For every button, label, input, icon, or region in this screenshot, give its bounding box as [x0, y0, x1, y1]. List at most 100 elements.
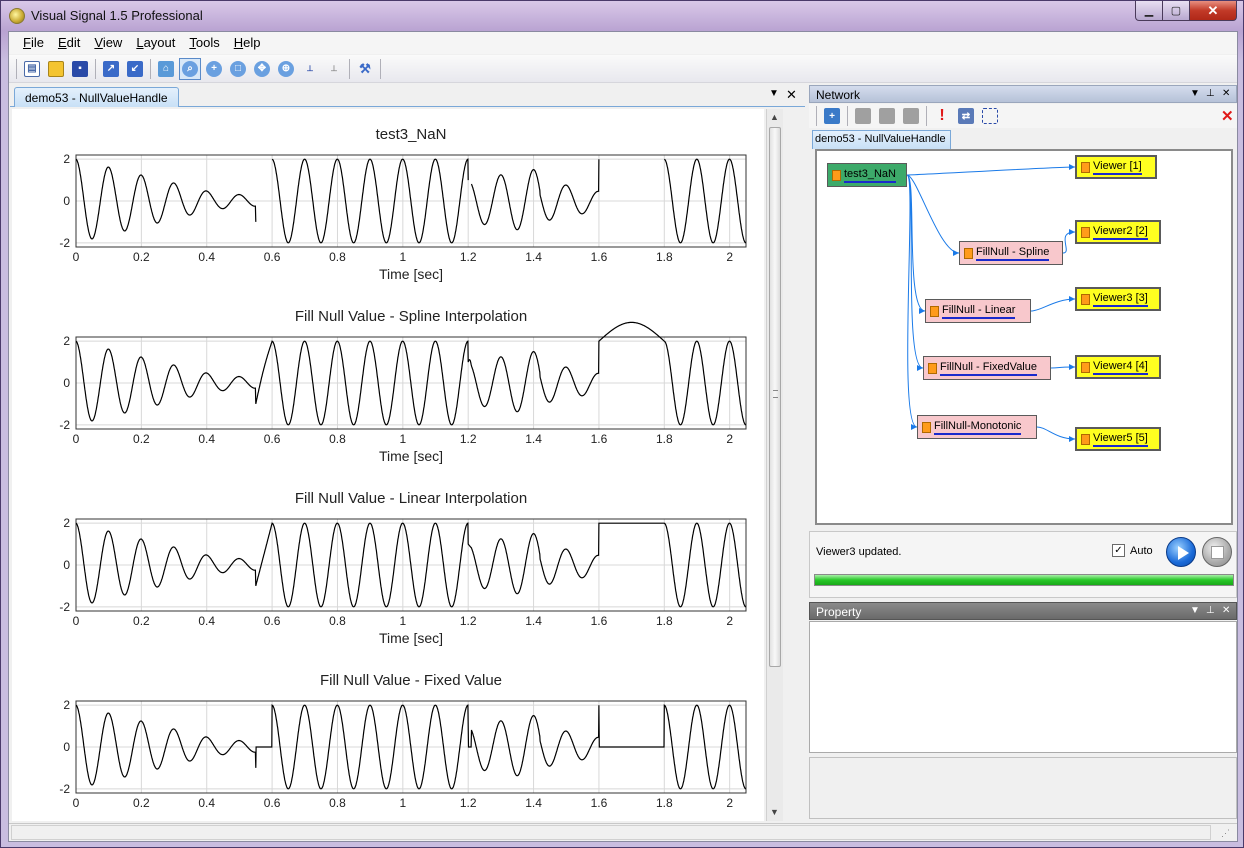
node-label: FillNull-Monotonic — [934, 420, 1022, 435]
menu-item-file[interactable]: File — [17, 32, 52, 54]
x-tick-label: 1 — [399, 250, 406, 264]
node-fillnull-fixedvalue[interactable]: FillNull - FixedValue — [923, 356, 1051, 380]
exclamation-icon: ! — [939, 107, 945, 124]
x-tick-label: 0 — [73, 250, 80, 264]
new-file-icon: ▤ — [24, 60, 40, 77]
tab-network-demo53[interactable]: demo53 - NullValueHandle — [812, 130, 951, 149]
plot-spline[interactable]: Fill Null Value - Spline Interpolation 0 0… — [12, 307, 764, 485]
menu-label: ile — [30, 35, 44, 50]
zoom-button[interactable]: ⌕ — [179, 57, 201, 80]
pan-button[interactable]: ✥ — [251, 58, 273, 80]
pin-icon[interactable]: ⊥ — [1206, 605, 1215, 616]
axis-format-button[interactable]: ⊥ — [323, 58, 345, 80]
auto-checkbox[interactable]: ✓ — [1112, 544, 1125, 557]
panel-close-icon[interactable]: ✕ — [1222, 605, 1230, 616]
x-tick-label: 1.6 — [591, 796, 608, 810]
node-fillnull-spline[interactable]: FillNull - Spline — [959, 241, 1063, 265]
tab-close-icon[interactable]: ✕ — [786, 87, 797, 103]
panel-menu-icon[interactable]: ▼ — [1190, 88, 1200, 99]
toolbar-separator — [95, 58, 96, 79]
zoom-in-button[interactable]: + — [203, 58, 225, 80]
alert-button[interactable]: ! — [931, 105, 953, 127]
document-tabstrip: demo53 - NullValueHandle ▼ ✕ — [10, 85, 805, 107]
zoom-fit-button[interactable]: □ — [227, 58, 249, 80]
select-area-button[interactable] — [979, 105, 1001, 127]
scroll-up-icon[interactable]: ▲ — [770, 112, 779, 122]
maximize-button[interactable]: ▢ — [1162, 1, 1190, 21]
clear-network-icon[interactable]: ✕ — [1221, 107, 1234, 125]
open-folder-button[interactable] — [45, 58, 67, 80]
pin-icon[interactable]: ⊥ — [1206, 88, 1215, 99]
node-label: Viewer5 [5] — [1093, 432, 1148, 447]
node-viewer-5[interactable]: Viewer5 [5] — [1075, 427, 1161, 451]
add-node-button[interactable]: + — [821, 105, 843, 127]
scrollbar-thumb[interactable] — [769, 127, 781, 667]
axis-label-button[interactable]: ⊥ — [299, 58, 321, 80]
export-button[interactable]: ↗ — [100, 58, 122, 80]
tab-demo53[interactable]: demo53 - NullValueHandle — [14, 87, 179, 107]
home-icon: ⌂ — [158, 60, 174, 77]
save-button[interactable]: ▪ — [69, 58, 91, 80]
node-viewer-3[interactable]: Viewer3 [3] — [1075, 287, 1161, 311]
menu-item-help[interactable]: Help — [228, 32, 269, 54]
home-button[interactable]: ⌂ — [155, 58, 177, 80]
tools-button[interactable]: ⚒ — [354, 58, 376, 80]
paste-node-button[interactable] — [900, 105, 922, 127]
copy-node-button[interactable] — [852, 105, 874, 127]
close-window-button[interactable]: ✕ — [1189, 1, 1237, 21]
menu-accelerator: V — [94, 35, 103, 50]
import-button[interactable]: ↙ — [124, 58, 146, 80]
open-folder-icon — [48, 60, 64, 77]
add-node-icon: + — [824, 108, 840, 124]
plot-linear[interactable]: Fill Null Value - Linear Interpolation 0 0… — [12, 489, 764, 667]
node-viewer-1[interactable]: Viewer [1] — [1075, 155, 1157, 179]
delete-node-button[interactable] — [876, 105, 898, 127]
node-viewer-4[interactable]: Viewer4 [4] — [1075, 355, 1161, 379]
title-bar[interactable]: Visual Signal 1.5 Professional ▁ ▢ ✕ — [1, 1, 1243, 31]
menu-accelerator: F — [23, 35, 31, 50]
node-viewer-2[interactable]: Viewer2 [2] — [1075, 220, 1161, 244]
vertical-scrollbar[interactable]: ▲ ▼ — [766, 109, 783, 821]
flow-button[interactable]: ⇄ — [955, 105, 977, 127]
new-file-button[interactable]: ▤ — [21, 58, 43, 80]
menu-label: dit — [66, 35, 81, 50]
network-canvas[interactable]: test3_NaN FillNull - Spline FillNull - L… — [815, 149, 1233, 525]
zoom-point-button[interactable]: ⊕ — [275, 58, 297, 80]
node-source[interactable]: test3_NaN — [827, 163, 907, 187]
status-bar: ⋰ — [9, 823, 1237, 841]
select-area-icon — [982, 108, 998, 124]
plot-area[interactable]: test3_NaN 0 0.2 0.4 0.6 0.8 1 1.2 1.4 1.6 1.8 2 2 0 -2… — [12, 109, 764, 821]
node-label: test3_NaN — [844, 168, 896, 183]
x-tick-label: 2 — [726, 796, 733, 810]
axis-format-icon: ⊥ — [330, 64, 338, 73]
property-panel-header: Property ▼ ⊥ ✕ — [809, 602, 1237, 620]
client-area: File Edit View Layout Tools Help ▤ ▪ ↗ ↙ ⌂ ⌕ … — [8, 31, 1238, 842]
scroll-down-icon[interactable]: ▼ — [770, 807, 779, 817]
menu-item-edit[interactable]: Edit — [52, 32, 88, 54]
menu-item-tools[interactable]: Tools — [183, 32, 227, 54]
run-button[interactable] — [1166, 537, 1196, 567]
x-tick-label: 0.6 — [264, 796, 281, 810]
node-icon — [832, 169, 841, 181]
node-fillnull-monotonic[interactable]: FillNull-Monotonic — [917, 415, 1037, 439]
plot-nan[interactable]: test3_NaN 0 0.2 0.4 0.6 0.8 1 1.2 1.4 1.6 1.8 2 2 0 -2… — [12, 125, 764, 303]
x-tick-label: 2 — [726, 250, 733, 264]
stop-button[interactable] — [1202, 537, 1232, 567]
play-icon — [1178, 546, 1189, 560]
plot-fixed[interactable]: Fill Null Value - Fixed Value 0 0.2 0.4 0.6 0… — [12, 671, 764, 821]
minimize-button[interactable]: ▁ — [1135, 1, 1163, 21]
network-link — [1062, 231, 1076, 254]
plot-svg: Fill Null Value - Linear Interpolation 0 0… — [59, 490, 747, 646]
menu-item-layout[interactable]: Layout — [130, 32, 183, 54]
resize-grip-icon[interactable]: ⋰ — [1221, 828, 1230, 839]
node-label: FillNull - Linear — [942, 304, 1016, 319]
node-fillnull-linear[interactable]: FillNull - Linear — [925, 299, 1031, 323]
menu-item-view[interactable]: View — [88, 32, 130, 54]
tab-list-dropdown-icon[interactable]: ▼ — [769, 88, 779, 99]
progress-fill — [815, 575, 1233, 585]
panel-close-icon[interactable]: ✕ — [1222, 88, 1230, 99]
property-grid[interactable] — [809, 621, 1237, 753]
panel-menu-icon[interactable]: ▼ — [1190, 605, 1200, 616]
node-label: FillNull - FixedValue — [940, 361, 1037, 376]
property-description — [809, 757, 1237, 819]
